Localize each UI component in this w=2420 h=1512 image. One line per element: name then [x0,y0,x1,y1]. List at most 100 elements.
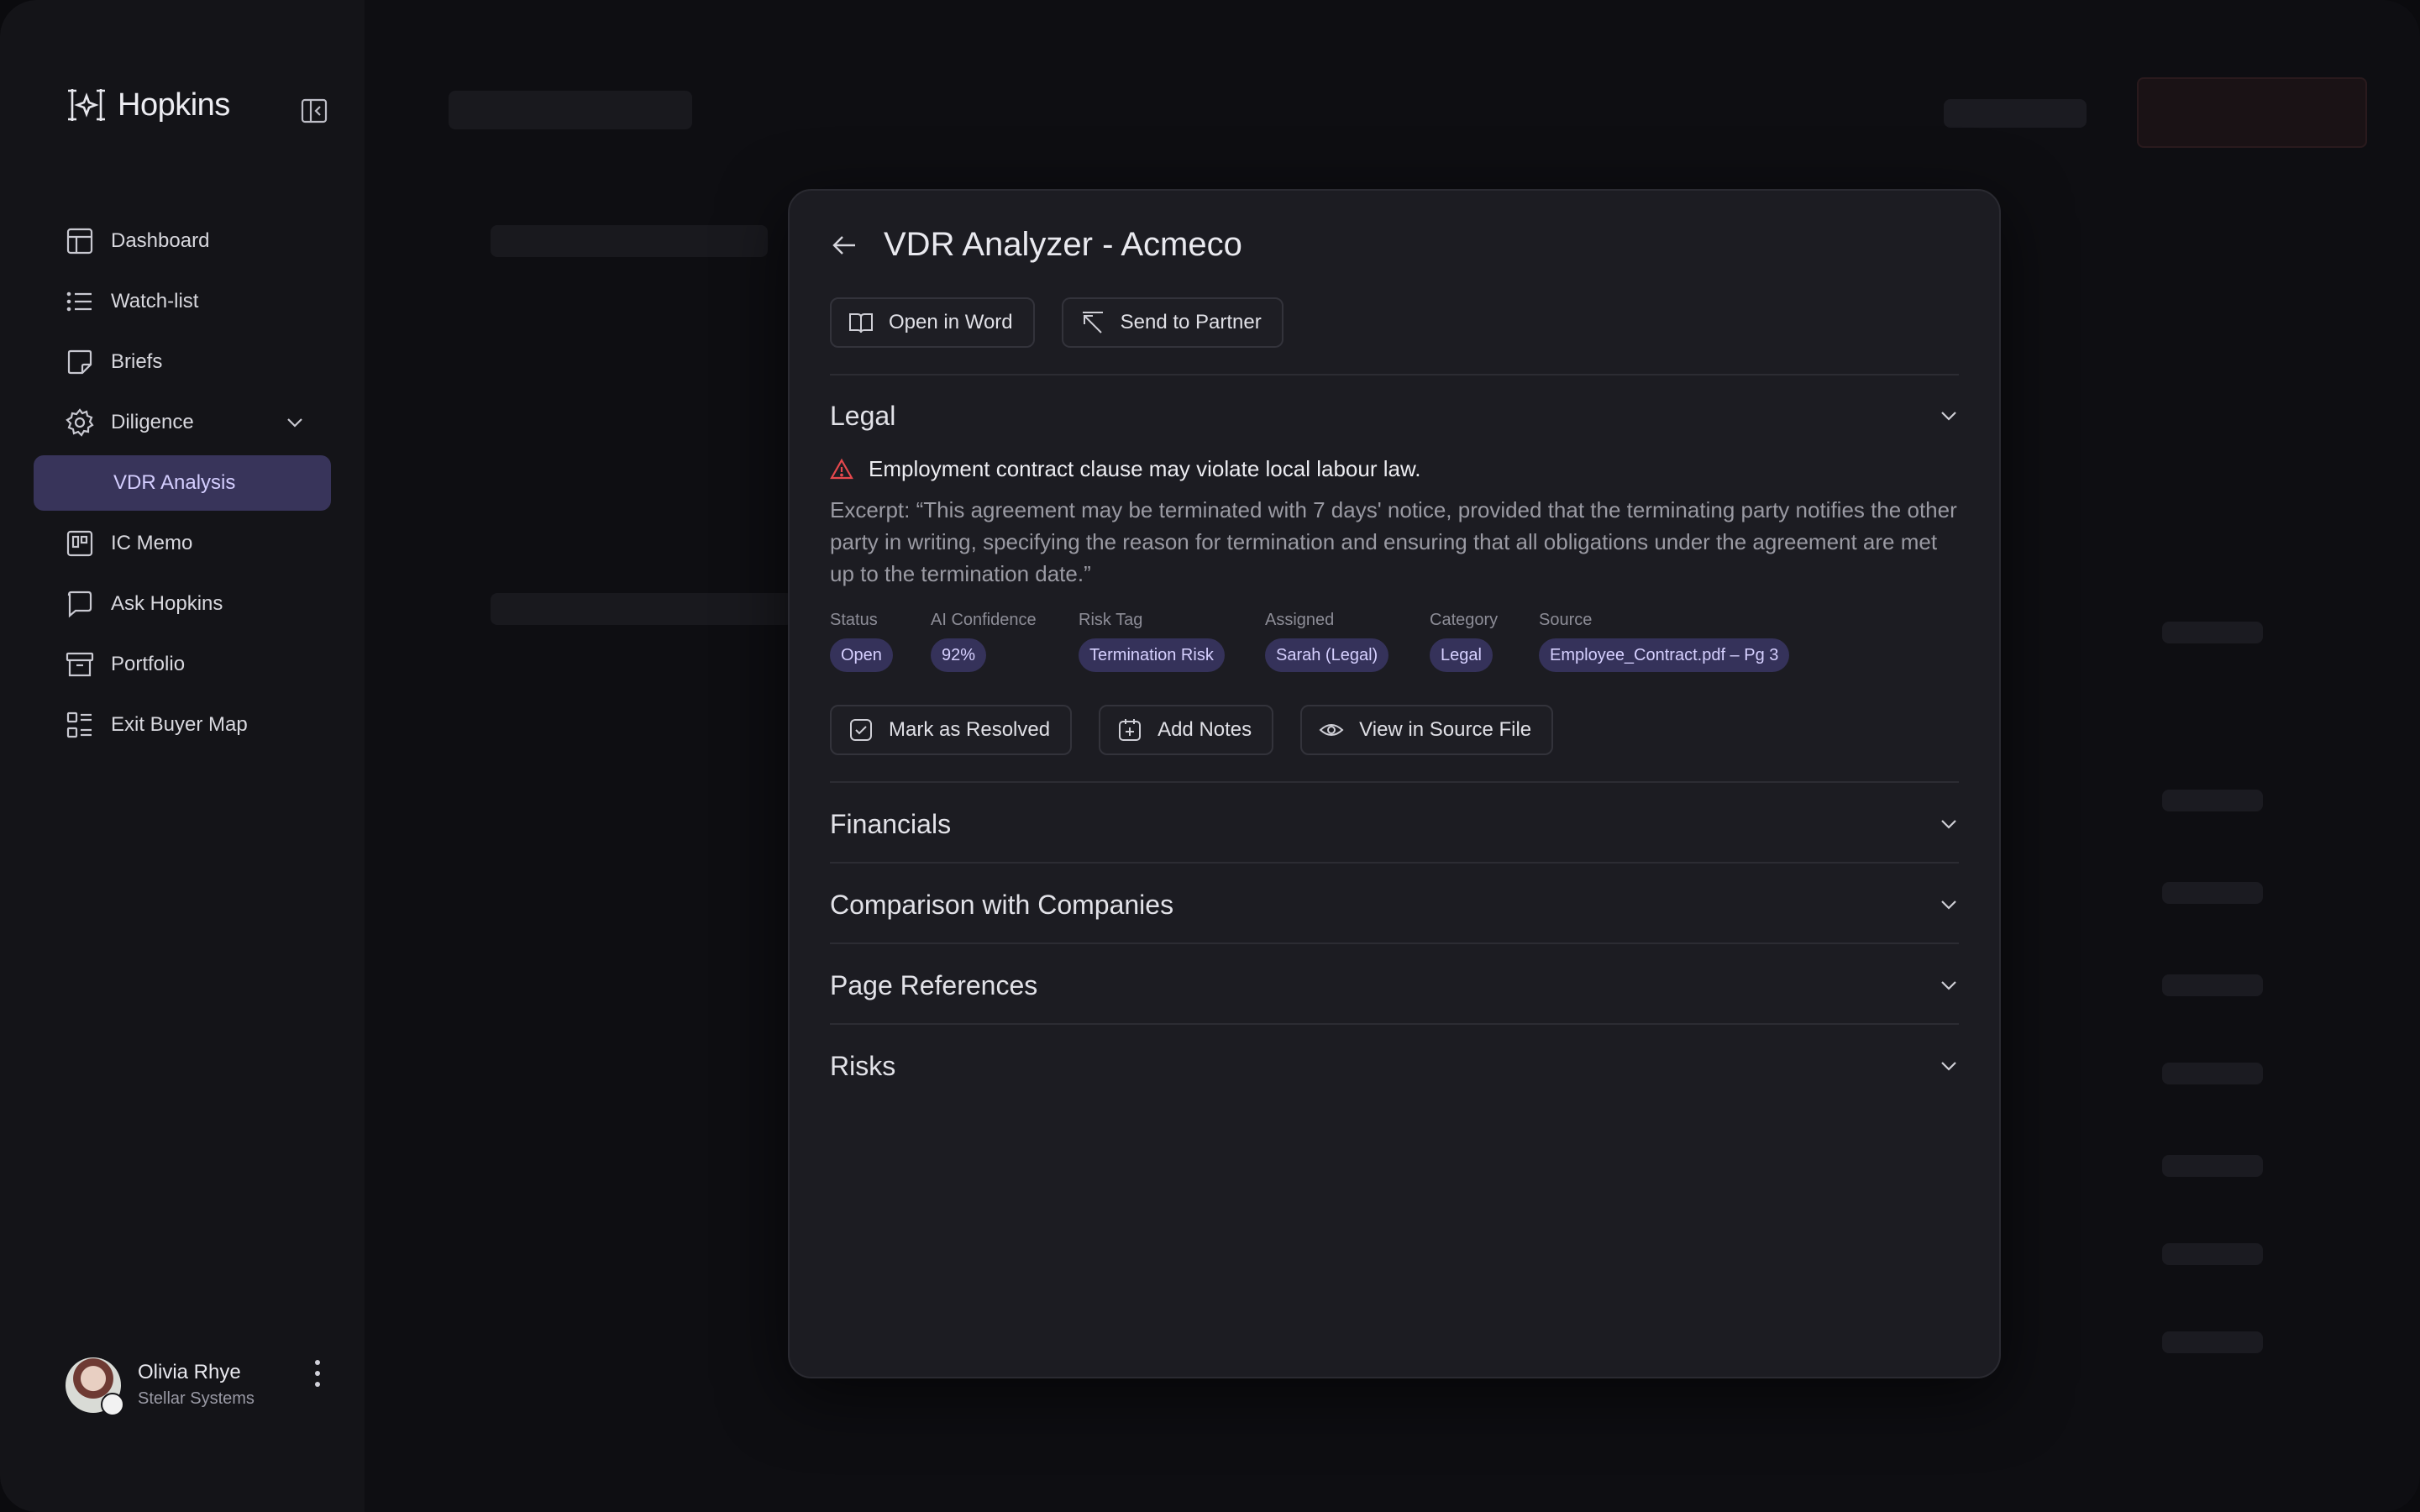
arrow-left-icon[interactable] [830,231,858,260]
sidebar-item-label: VDR Analysis [113,471,236,494]
divider [830,942,1959,944]
map-list-icon [66,711,92,738]
mark-as-resolved-label: Mark as Resolved [889,718,1051,741]
sidebar-item-ask-hopkins[interactable]: Ask Hopkins [34,576,331,632]
book-open-icon [849,313,873,333]
chevron-down-icon[interactable] [1937,404,1961,428]
memo-icon [66,530,93,557]
gear-icon [66,408,94,437]
avatar [66,1357,124,1416]
chevron-down-icon[interactable] [1937,812,1961,836]
meta-label: Assigned [1265,611,1335,629]
section-financials-title[interactable]: Financials [830,809,951,840]
warning-triangle-icon [830,458,853,479]
user-org: Stellar Systems [138,1389,255,1408]
section-risks-title[interactable]: Risks [830,1051,895,1082]
meta-category: Category Legal [1430,611,1498,672]
more-vertical-icon[interactable] [311,1359,324,1388]
finding-excerpt: Excerpt: “This agreement may be terminat… [830,497,1957,586]
sidebar-item-label: Diligence [111,411,194,433]
check-square-icon [850,719,872,741]
layout-icon [66,228,93,255]
section-placeholder [491,593,793,625]
divider [830,1023,1959,1025]
section-legal-title[interactable]: Legal [830,401,895,432]
view-in-source-file-button[interactable]: View in Source File [1300,705,1554,755]
sidebar: Hopkins Dashboard Watch-list Briefs Dili… [0,0,365,1512]
mark-as-resolved-button[interactable]: Mark as Resolved [830,705,1073,755]
chevron-down-icon[interactable] [1937,974,1961,997]
sidebar-item-label: Ask Hopkins [111,592,223,615]
sidebar-item-dashboard[interactable]: Dashboard [34,213,331,269]
confidence-badge: 92% [931,638,987,672]
divider [830,374,1959,375]
list-placeholder [2162,1243,2263,1265]
finding-headline: Employment contract clause may violate l… [830,456,1421,482]
calendar-plus-icon [1119,719,1142,741]
sidebar-item-label: Dashboard [111,229,210,252]
sidebar-collapse-icon[interactable] [301,97,328,124]
meta-label: Status [830,611,878,629]
open-in-word-label: Open in Word [889,311,1013,333]
app-name: Hopkins [118,87,230,123]
archive-icon [66,652,94,677]
list-placeholder [2162,1155,2263,1177]
sidebar-nav: Dashboard Watch-list Briefs Diligence VD… [34,213,331,758]
action-button-placeholder [2137,77,2367,148]
sidebar-item-briefs[interactable]: Briefs [34,334,331,390]
modal-toolbar: Open in Word Send to Partner [830,297,1283,348]
chevron-down-icon[interactable] [284,412,306,433]
add-notes-label: Add Notes [1158,718,1252,741]
section-page-references-title[interactable]: Page References [830,970,1037,1001]
chevron-down-icon[interactable] [1937,1054,1961,1078]
meta-status: Status Open [830,611,893,672]
logo[interactable]: Hopkins [67,86,230,124]
sidebar-item-label: Watch-list [111,290,199,312]
sidebar-item-vdr-analysis[interactable]: VDR Analysis [34,455,331,511]
section-comparison-title[interactable]: Comparison with Companies [830,890,1173,921]
app-window: Hopkins Dashboard Watch-list Briefs Dili… [0,0,2420,1512]
meta-label: Source [1539,611,1593,629]
meta-assigned: Assigned Sarah (Legal) [1265,611,1389,672]
send-to-partner-button[interactable]: Send to Partner [1061,297,1283,348]
sidebar-item-portfolio[interactable]: Portfolio [34,637,331,692]
section-placeholder [491,225,768,257]
toolbar-placeholder [1944,99,2087,128]
finding-headline-text: Employment contract clause may violate l… [869,456,1421,481]
sidebar-item-label: Portfolio [111,653,186,675]
sidebar-item-exit-buyer-map[interactable]: Exit Buyer Map [34,697,331,753]
list-placeholder [2162,622,2263,643]
send-to-partner-label: Send to Partner [1120,311,1262,333]
user-profile[interactable]: Olivia Rhye Stellar Systems [66,1357,334,1416]
divider [830,781,1959,783]
send-arrow-icon [1082,312,1103,333]
divider [830,862,1959,864]
risk-tag-badge: Termination Risk [1079,638,1225,672]
open-in-word-button[interactable]: Open in Word [830,297,1035,348]
note-icon [67,349,92,375]
list-icon [66,291,92,312]
sidebar-item-watch-list[interactable]: Watch-list [34,274,331,329]
add-notes-button[interactable]: Add Notes [1099,705,1274,755]
list-placeholder [2162,1063,2263,1084]
sidebar-item-ic-memo[interactable]: IC Memo [34,516,331,571]
list-placeholder [2162,790,2263,811]
source-badge: Employee_Contract.pdf – Pg 3 [1539,638,1790,672]
category-badge: Legal [1430,638,1493,672]
hopkins-logo-icon [68,89,105,121]
vdr-analyzer-modal: VDR Analyzer - Acmeco Open in Word Send … [788,189,2001,1378]
meta-label: Category [1430,611,1499,629]
chat-icon [67,591,92,618]
modal-title: VDR Analyzer - Acmeco [884,226,1242,263]
meta-label: AI Confidence [931,611,1037,629]
list-placeholder [2162,1331,2263,1353]
meta-source: Source Employee_Contract.pdf – Pg 3 [1539,611,1790,672]
page-title-placeholder [449,91,692,129]
chevron-down-icon[interactable] [1937,893,1961,916]
sidebar-item-label: IC Memo [111,532,193,554]
meta-risk-tag: Risk Tag Termination Risk [1079,611,1225,672]
view-in-source-file-label: View in Source File [1359,718,1532,741]
sidebar-item-diligence[interactable]: Diligence [34,395,331,450]
finding-actions: Mark as Resolved Add Notes View in Sourc… [830,705,1554,755]
user-name: Olivia Rhye [138,1361,241,1383]
